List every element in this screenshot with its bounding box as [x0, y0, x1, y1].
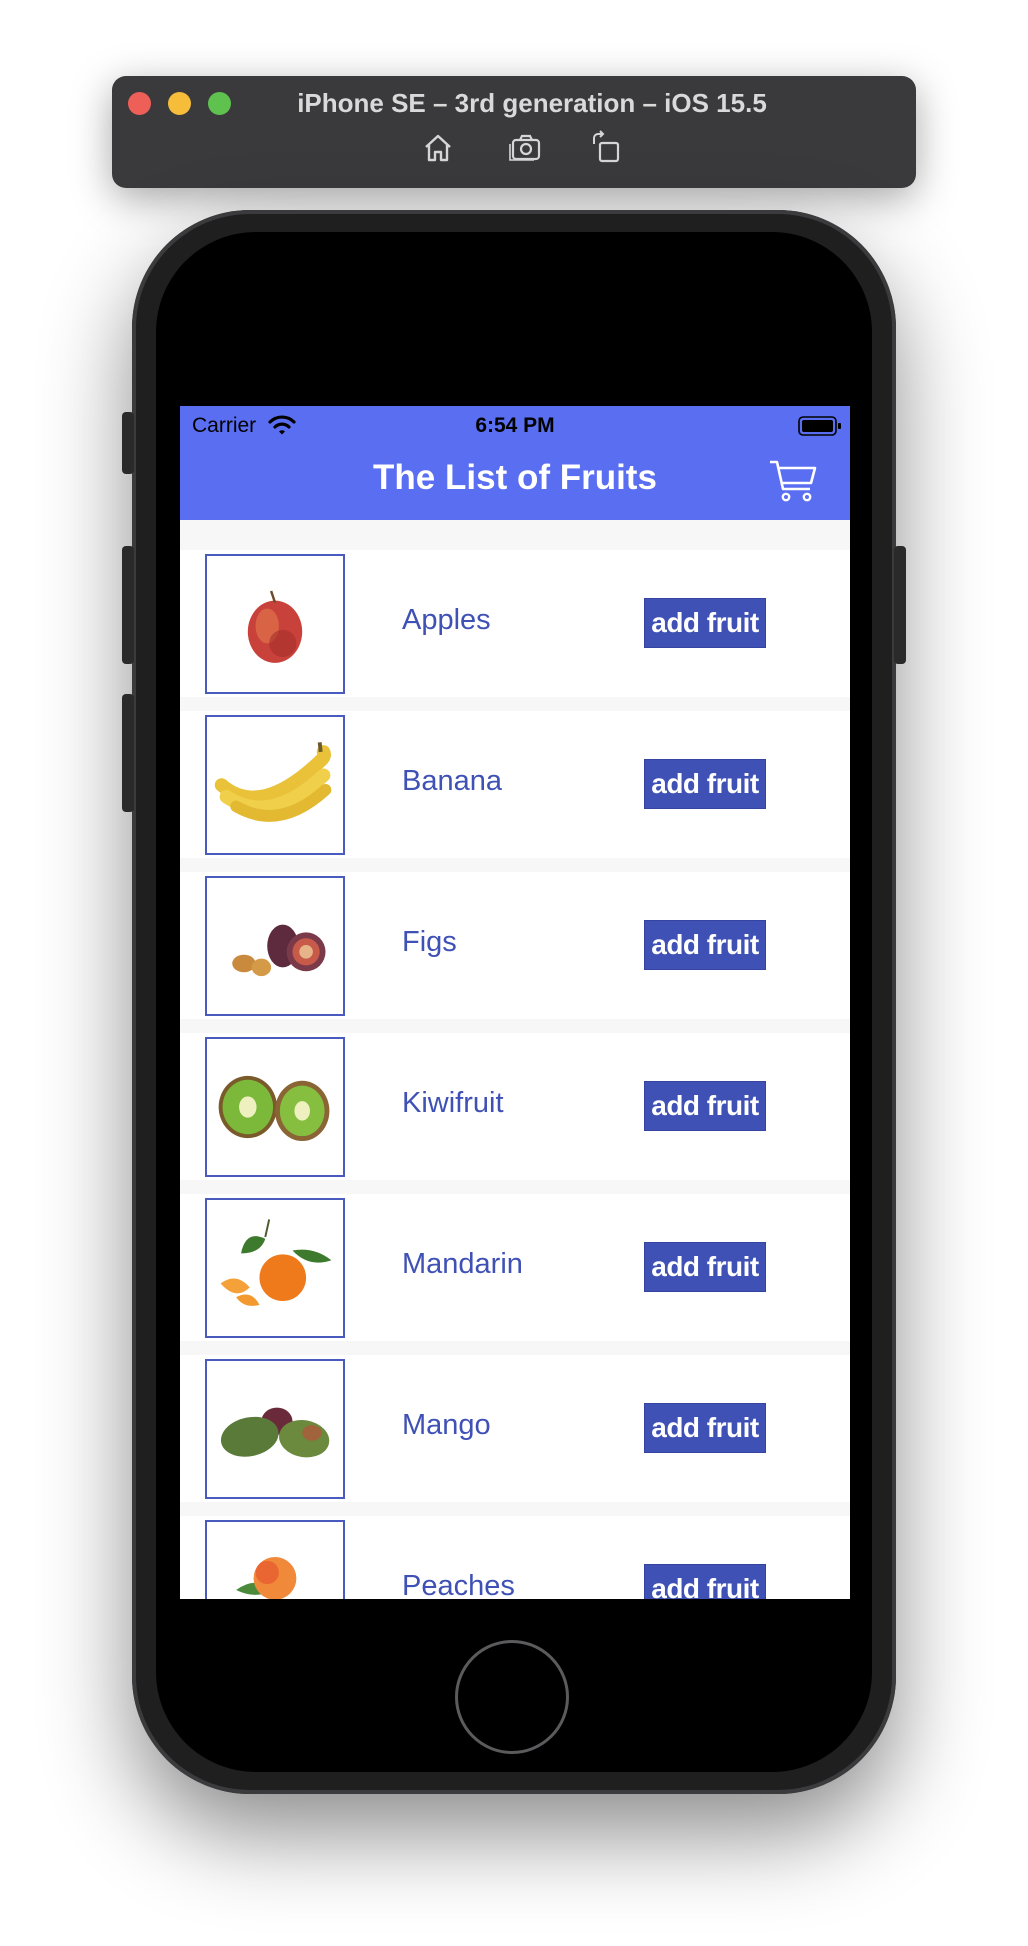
fruit-name[interactable]: Kiwifruit	[402, 1087, 504, 1120]
list-item: Figs add fruit	[180, 872, 850, 1019]
list-item: Banana add fruit	[180, 711, 850, 858]
list-item: Mandarin add fruit	[180, 1194, 850, 1341]
simulator-title: iPhone SE – 3rd generation – iOS 15.5	[297, 88, 767, 118]
fruit-name[interactable]: Figs	[402, 926, 457, 959]
screenshot-icon[interactable]	[508, 130, 544, 166]
apple-image	[205, 554, 345, 694]
status-time: 6:54 PM	[475, 414, 555, 437]
kiwi-image	[205, 1037, 345, 1177]
app-header: Carrier 6:54 PM The List of Fruits	[180, 406, 850, 520]
list-item: Apples add fruit	[180, 550, 850, 697]
list-item: Mango add fruit	[180, 1355, 850, 1502]
add-fruit-button[interactable]: add fruit	[644, 1242, 766, 1292]
banana-image	[205, 715, 345, 855]
home-icon[interactable]	[420, 130, 456, 166]
fruit-name[interactable]: Mandarin	[402, 1248, 523, 1281]
home-button[interactable]	[455, 1640, 569, 1754]
cart-icon[interactable]	[768, 458, 818, 504]
page-title: The List of Fruits	[373, 458, 657, 497]
list-item: Peaches add fruit	[180, 1516, 850, 1599]
add-fruit-button[interactable]: add fruit	[644, 598, 766, 648]
add-fruit-button[interactable]: add fruit	[644, 759, 766, 809]
fruit-name[interactable]: Mango	[402, 1409, 491, 1442]
rotate-icon[interactable]	[588, 130, 624, 166]
volume-down-button	[122, 694, 134, 812]
list-item: Kiwifruit add fruit	[180, 1033, 850, 1180]
mandarin-image	[205, 1198, 345, 1338]
add-fruit-button[interactable]: add fruit	[644, 1081, 766, 1131]
add-fruit-button[interactable]: add fruit	[644, 920, 766, 970]
fruit-name[interactable]: Peaches	[402, 1570, 515, 1599]
power-button	[894, 546, 906, 664]
fruit-name[interactable]: Apples	[402, 604, 491, 637]
add-fruit-button[interactable]: add fruit	[644, 1564, 766, 1599]
figs-image	[205, 876, 345, 1016]
app-screen: Carrier 6:54 PM The List of Fruits Apple…	[180, 406, 850, 1599]
battery-icon	[798, 415, 842, 437]
mango-image	[205, 1359, 345, 1499]
add-fruit-button[interactable]: add fruit	[644, 1403, 766, 1453]
simulator-title-bar: iPhone SE – 3rd generation – iOS 15.5	[112, 76, 916, 188]
fruit-name[interactable]: Banana	[402, 765, 502, 798]
peach-image	[205, 1520, 345, 1599]
volume-up-button	[122, 546, 134, 664]
mute-switch	[122, 412, 134, 474]
